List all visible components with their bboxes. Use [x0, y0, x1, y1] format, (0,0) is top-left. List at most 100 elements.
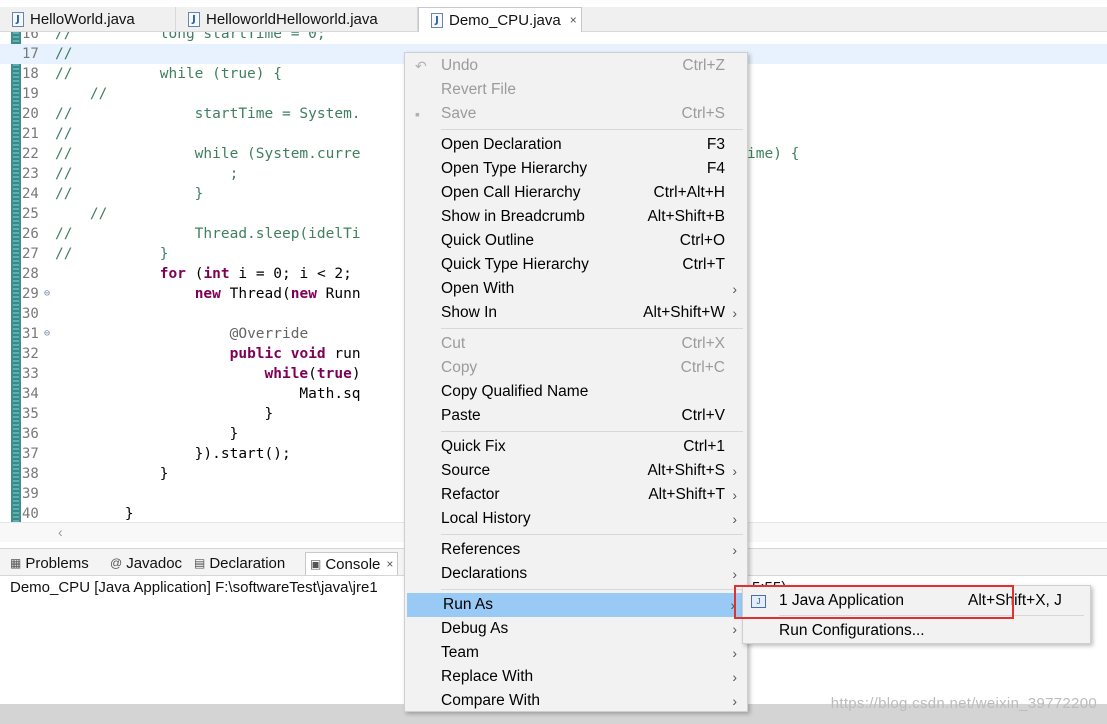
menu-item-local-history[interactable]: Local History ›: [405, 507, 747, 531]
menu-item-cut[interactable]: Cut Ctrl+X: [405, 332, 747, 356]
line-number: 34: [22, 386, 39, 402]
code-text: }: [55, 504, 134, 522]
line-number: 18: [22, 66, 39, 82]
code-token: //: [55, 46, 73, 62]
menu-item-java-application[interactable]: J 1 Java Application Alt+Shift+X, J: [743, 588, 1090, 614]
menu-item-source[interactable]: Source Alt+Shift+S ›: [405, 459, 747, 483]
menu-item-team[interactable]: Team ›: [405, 641, 747, 665]
tab-label: HelloworldHelloworld.java: [206, 11, 378, 28]
menu-item-open-type-hierarchy[interactable]: Open Type Hierarchy F4: [405, 157, 747, 181]
menu-item-copy-qualified-name[interactable]: Copy Qualified Name: [405, 380, 747, 404]
menu-item-label: Copy Qualified Name: [441, 383, 589, 400]
code-token: // while (true) {: [55, 66, 282, 82]
line-number: 36: [22, 426, 39, 442]
menu-item-accelerator: Alt+Shift+W: [643, 304, 725, 321]
menu-item-run-as[interactable]: Run As ›: [407, 593, 745, 617]
tab-problems[interactable]: ▦ Problems: [10, 552, 89, 574]
menu-item-accelerator: Ctrl+1: [683, 438, 725, 455]
run-as-submenu: J 1 Java Application Alt+Shift+X, J Run …: [742, 585, 1091, 644]
close-icon[interactable]: ×: [570, 13, 577, 27]
chevron-right-icon: ›: [732, 566, 737, 582]
code-text: // ;: [55, 164, 238, 184]
menu-item-run-configurations[interactable]: Run Configurations...: [743, 618, 1090, 644]
menu-item-quick-fix[interactable]: Quick Fix Ctrl+1: [405, 435, 747, 459]
line-number: 39: [22, 486, 39, 502]
menu-item-replace-with[interactable]: Replace With ›: [405, 665, 747, 689]
menu-item-revert-file[interactable]: Revert File: [405, 78, 747, 102]
menu-item-copy[interactable]: Copy Ctrl+C: [405, 356, 747, 380]
menu-item-show-in-breadcrumb[interactable]: Show in Breadcrumb Alt+Shift+B: [405, 205, 747, 229]
menu-item-compare-with[interactable]: Compare With ›: [405, 689, 747, 711]
fold-toggle-icon[interactable]: ⊖: [44, 284, 50, 304]
code-token: Math.sq: [55, 386, 361, 402]
chevron-right-icon: ›: [732, 305, 737, 321]
problems-icon: ▦: [10, 556, 22, 570]
menu-item-open-call-hierarchy[interactable]: Open Call Hierarchy Ctrl+Alt+H: [405, 181, 747, 205]
menu-item-label: Team: [441, 644, 479, 661]
menu-item-label: Revert File: [441, 81, 516, 98]
menu-item-open-with[interactable]: Open With ›: [405, 277, 747, 301]
menu-item-label: Run Configurations...: [779, 622, 925, 639]
line-number: 17: [22, 46, 39, 62]
code-text: // long startTime = 0;: [55, 32, 326, 44]
menu-item-accelerator: Ctrl+T: [682, 256, 725, 273]
menu-item-references[interactable]: References ›: [405, 538, 747, 562]
tab-demo-cpu[interactable]: J Demo_CPU.java ×: [418, 7, 582, 32]
line-number: 25: [22, 206, 39, 222]
menu-item-refactor[interactable]: Refactor Alt+Shift+T ›: [405, 483, 747, 507]
line-number: 29: [22, 286, 39, 302]
fold-toggle-icon[interactable]: ⊖: [44, 324, 50, 344]
menu-item-show-in[interactable]: Show In Alt+Shift+W ›: [405, 301, 747, 325]
close-icon[interactable]: ×: [386, 557, 393, 571]
tab-helloworldhelloworld[interactable]: J HelloworldHelloworld.java: [176, 7, 418, 32]
menu-item-quick-outline[interactable]: Quick Outline Ctrl+O: [405, 229, 747, 253]
menu-item-label: References: [441, 541, 521, 558]
line-number: 30: [22, 306, 39, 322]
chevron-right-icon: ›: [732, 463, 737, 479]
tab-console[interactable]: ▣ Console ×: [305, 552, 399, 575]
code-text: while(true): [55, 364, 361, 384]
menu-item-label: Open Declaration: [441, 136, 562, 153]
menu-item-undo[interactable]: ↶ Undo Ctrl+Z: [405, 54, 747, 78]
line-number: 19: [22, 86, 39, 102]
code-token: // while (System.curre: [55, 146, 361, 162]
menu-item-open-declaration[interactable]: Open Declaration F3: [405, 133, 747, 157]
menu-item-label: Copy: [441, 359, 478, 376]
menu-separator: [441, 589, 743, 590]
chevron-right-icon: ›: [732, 669, 737, 685]
menu-item-debug-as[interactable]: Debug As ›: [405, 617, 747, 641]
menu-item-paste[interactable]: Paste Ctrl+V: [405, 404, 747, 428]
context-menu: ↶ Undo Ctrl+Z Revert File ▪ Save Ctrl+S Open De…: [404, 52, 748, 712]
menu-item-save[interactable]: ▪ Save Ctrl+S: [405, 102, 747, 126]
scroll-left-icon[interactable]: ‹: [58, 524, 63, 540]
chevron-right-icon: ›: [732, 511, 737, 527]
code-line[interactable]: 16 // long startTime = 0;: [0, 32, 1107, 44]
menu-item-accelerator: Alt+Shift+S: [647, 462, 725, 479]
menu-item-label: Local History: [441, 510, 531, 527]
tab-declaration[interactable]: ▤ Declaration: [194, 552, 285, 574]
java-file-icon: J: [188, 12, 200, 27]
menu-item-quick-type-hierarchy[interactable]: Quick Type Hierarchy Ctrl+T: [405, 253, 747, 277]
menu-item-label: Compare With: [441, 692, 541, 709]
code-text: // Thread.sleep(idelTi: [55, 224, 361, 244]
menu-item-accelerator: F4: [706, 160, 725, 177]
line-number: 35: [22, 406, 39, 422]
tab-javadoc[interactable]: @ Javadoc: [110, 552, 182, 574]
code-token: // }: [55, 186, 204, 202]
menu-item-accelerator: Ctrl+Alt+H: [653, 184, 726, 201]
line-number: 38: [22, 466, 39, 482]
code-text: // while (true) {: [55, 64, 282, 84]
tab-label: HelloWorld.java: [30, 11, 135, 28]
declaration-icon: ▤: [194, 556, 206, 570]
menu-item-declarations[interactable]: Declarations ›: [405, 562, 747, 586]
code-text: }: [55, 464, 169, 484]
menu-item-accelerator: Alt+Shift+X, J: [968, 592, 1062, 609]
tab-helloworld[interactable]: J HelloWorld.java: [0, 7, 176, 32]
tab-label: Declaration: [209, 554, 286, 572]
code-token: }: [55, 426, 239, 442]
menu-item-accelerator: Ctrl+O: [679, 232, 725, 249]
